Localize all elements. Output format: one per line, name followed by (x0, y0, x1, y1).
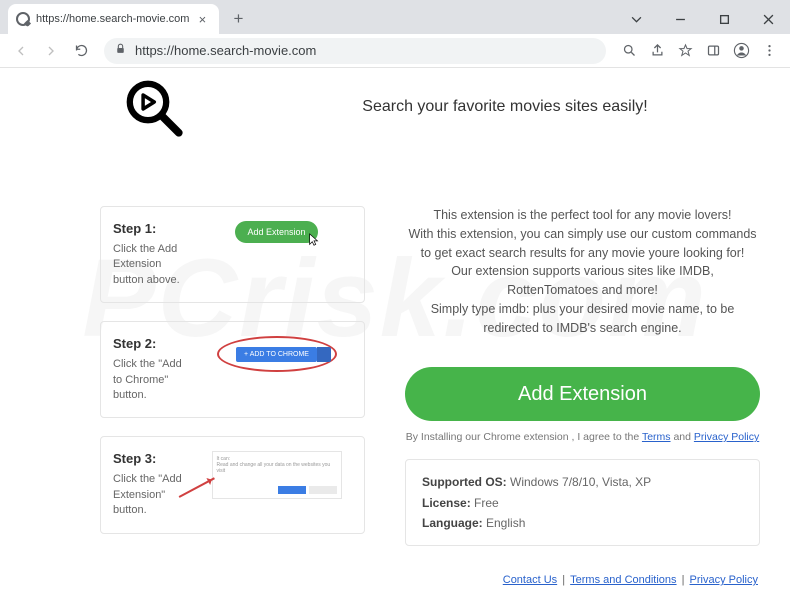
close-button[interactable] (746, 4, 790, 34)
steps-column: Step 1: Click the Add Extension button a… (100, 206, 365, 546)
description-text: This extension is the perfect tool for a… (405, 206, 760, 337)
star-icon[interactable] (672, 38, 698, 64)
add-extension-button[interactable]: Add Extension (405, 367, 760, 421)
cursor-icon (308, 233, 320, 247)
add-to-chrome-mock: + ADD TO CHROME (236, 347, 317, 362)
step-title: Step 3: (113, 451, 191, 466)
url-input[interactable] (135, 43, 596, 58)
footer-terms-link[interactable]: Terms and Conditions (570, 574, 676, 586)
browser-titlebar: https://home.search-movie.com × + (0, 0, 790, 34)
lock-icon (114, 42, 127, 60)
address-bar (0, 34, 790, 68)
tab-title: https://home.search-movie.com (36, 13, 189, 25)
maximize-button[interactable] (702, 4, 746, 34)
step-card-2: Step 2: Click the "Add to Chrome" button… (100, 321, 365, 418)
share-icon[interactable] (644, 38, 670, 64)
main-column: This extension is the perfect tool for a… (405, 206, 760, 546)
step-desc: Click the Add Extension button above. (113, 242, 191, 288)
footer-contact-link[interactable]: Contact Us (503, 574, 557, 586)
privacy-link[interactable]: Privacy Policy (694, 431, 759, 443)
footer-privacy-link[interactable]: Privacy Policy (690, 574, 758, 586)
add-extension-pill: Add Extension (235, 221, 317, 243)
step-card-3: Step 3: Click the "Add Extension" button… (100, 436, 365, 533)
chevron-down-icon[interactable] (614, 4, 658, 34)
menu-icon[interactable] (756, 38, 782, 64)
info-box: Supported OS: Windows 7/8/10, Vista, XP … (405, 459, 760, 546)
step-title: Step 2: (113, 336, 191, 351)
profile-icon[interactable] (728, 38, 754, 64)
highlight-circle: + ADD TO CHROME (217, 336, 337, 372)
step-card-1: Step 1: Click the Add Extension button a… (100, 206, 365, 303)
page-footer: Contact Us | Terms and Conditions | Priv… (501, 574, 760, 586)
step-desc: Click the "Add to Chrome" button. (113, 357, 191, 403)
close-icon[interactable]: × (195, 12, 209, 26)
agree-text: By Installing our Chrome extension , I a… (405, 431, 760, 443)
dialog-mock: It can:Read and change all your data on … (212, 451, 342, 499)
new-tab-button[interactable]: + (225, 6, 251, 32)
reload-button[interactable] (68, 38, 94, 64)
sidepanel-icon[interactable] (700, 38, 726, 64)
forward-button[interactable] (38, 38, 64, 64)
step-title: Step 1: (113, 221, 191, 236)
browser-tab[interactable]: https://home.search-movie.com × (8, 4, 219, 34)
site-logo (120, 74, 190, 149)
back-button[interactable] (8, 38, 34, 64)
terms-link[interactable]: Terms (642, 431, 671, 443)
page-headline: Search your favorite movies sites easily… (250, 78, 760, 116)
minimize-button[interactable] (658, 4, 702, 34)
search-icon (16, 12, 30, 26)
url-box[interactable] (104, 38, 606, 64)
search-action-icon[interactable] (616, 38, 642, 64)
